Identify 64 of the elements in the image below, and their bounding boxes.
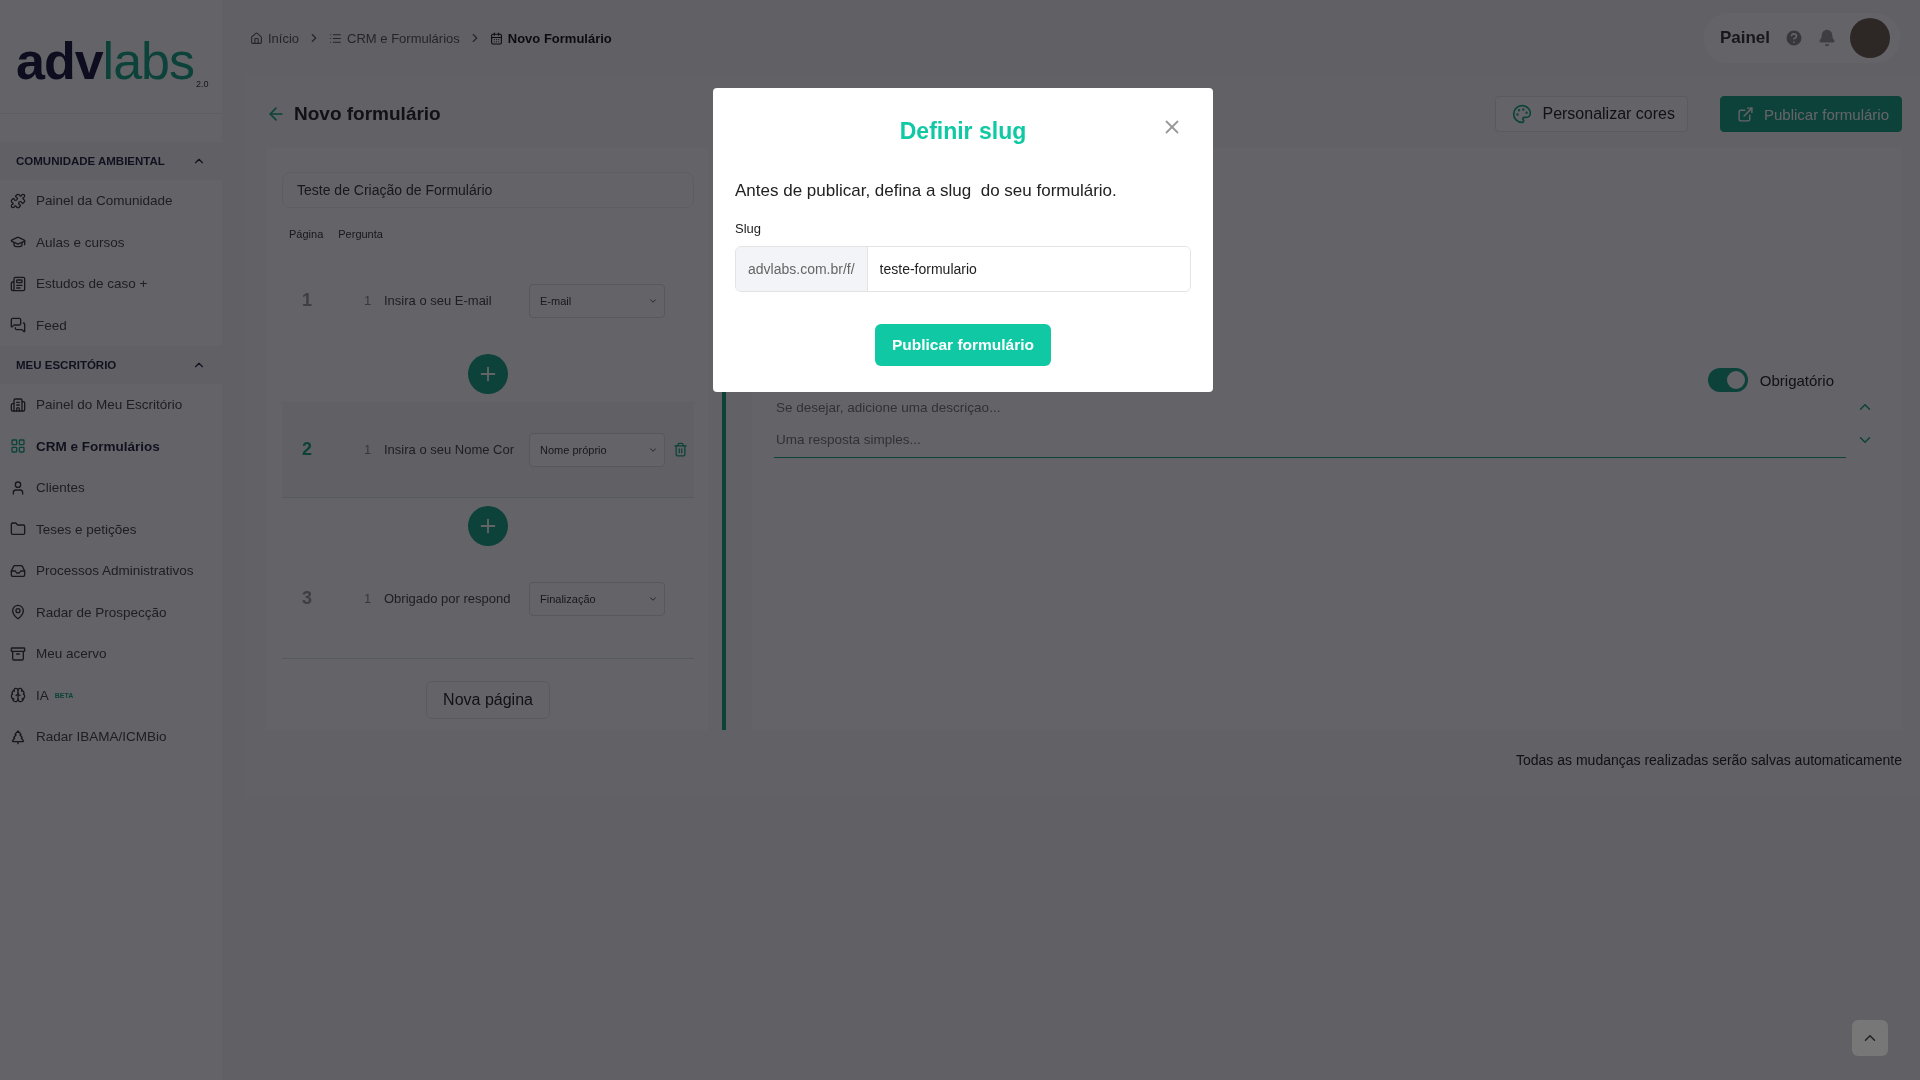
sidebar-item[interactable]: Processos Administrativos <box>0 550 222 592</box>
breadcrumb-link[interactable]: Novo Formulário <box>489 30 612 46</box>
help-icon[interactable] <box>1784 28 1804 48</box>
question-text: Obrigado por respond <box>384 591 512 606</box>
sidebar-item-icon <box>10 317 26 334</box>
sidebar-item-icon <box>10 687 26 704</box>
sidebar-item-icon <box>10 192 26 209</box>
required-toggle[interactable] <box>1707 368 1748 392</box>
autosave-note: Todas as mudanças realizadas serão salvas automaticamente <box>1516 752 1902 768</box>
question-text: Insira o seu Nome Cor <box>384 442 516 457</box>
sidebar-section-header[interactable]: COMUNIDADE AMBIENTAL <box>0 142 222 180</box>
sidebar-item-icon <box>10 521 26 538</box>
customize-colors-button[interactable]: Personalizar cores <box>1495 96 1688 132</box>
sidebar-item-icon <box>10 438 26 455</box>
dialog-text: Antes de publicar, defina a slug do seu formulário. <box>735 181 1118 201</box>
form-name-field[interactable]: Teste de Criação de Formulário <box>282 172 694 208</box>
sidebar-item-icon <box>10 728 26 745</box>
dialog-title: Definir slug <box>899 118 1027 145</box>
sidebar-item-icon <box>10 645 26 662</box>
new-page-button[interactable]: Nova página <box>426 681 550 719</box>
external-link-icon <box>1736 105 1754 123</box>
slug-field[interactable]: advlabs.com.br/f/ teste-formulario <box>735 246 1191 292</box>
sidebar-item-icon <box>10 479 26 496</box>
breadcrumb-icon <box>250 31 263 45</box>
sidebar-item[interactable]: Teses e petições <box>0 508 222 550</box>
sidebar-item[interactable]: Clientes <box>0 467 222 509</box>
publish-button[interactable]: Publicar formulário <box>1719 96 1902 132</box>
question-type-select[interactable]: E-mail <box>529 283 665 318</box>
sidebar-item-icon <box>10 275 26 292</box>
question-text: Insira o seu E-mail <box>384 293 493 308</box>
add-question-button[interactable] <box>468 506 508 546</box>
notification-bell-icon[interactable] <box>1818 29 1836 47</box>
question-type-select[interactable]: Finalização <box>529 581 665 616</box>
page-title: Novo formulário <box>266 103 441 125</box>
sidebar-item[interactable]: CRM e Formulários <box>0 425 222 467</box>
user-avatar[interactable] <box>1850 18 1890 58</box>
sidebar-item-icon <box>10 604 26 621</box>
sidebar-item[interactable]: Meu acervo <box>0 633 222 675</box>
question-type-select[interactable]: Nome próprio <box>529 432 665 467</box>
publish-form-button[interactable]: Publicar formulário <box>874 324 1052 366</box>
add-question-button[interactable] <box>468 354 508 394</box>
breadcrumb-link[interactable]: CRM e Formulários <box>329 30 460 46</box>
required-label: Obrigatório <box>1759 371 1834 389</box>
sidebar-item[interactable]: Radar de Prospecção <box>0 591 222 633</box>
sidebar-section-header[interactable]: MEU ESCRITÓRIO <box>0 346 222 384</box>
column-header: Pergunta <box>338 228 383 240</box>
sidebar-item-icon <box>10 562 26 579</box>
breadcrumb-link[interactable]: Início <box>250 30 300 46</box>
scroll-to-top-button[interactable] <box>1852 1020 1888 1056</box>
sidebar-item[interactable]: Painel da Comunidade <box>0 180 222 222</box>
page-number: 2 <box>302 439 313 460</box>
column-header: Página <box>289 228 324 240</box>
breadcrumb-icon <box>329 31 343 45</box>
sidebar-item[interactable]: Aulas e cursos <box>0 221 222 263</box>
trash-icon[interactable] <box>673 442 688 457</box>
sidebar-item[interactable]: Feed <box>0 304 222 346</box>
slug-label: Slug <box>735 221 763 236</box>
palette-icon <box>1512 104 1533 124</box>
sidebar-item-icon <box>10 396 26 413</box>
sidebar-item[interactable]: Estudos de caso + <box>0 263 222 305</box>
breadcrumb-icon <box>489 31 503 45</box>
sidebar-item[interactable]: Painel do Meu Escritório <box>0 384 222 426</box>
panel-label[interactable]: Painel <box>1719 28 1770 48</box>
sidebar-item[interactable]: Radar IBAMA/ICMBio <box>0 716 222 758</box>
